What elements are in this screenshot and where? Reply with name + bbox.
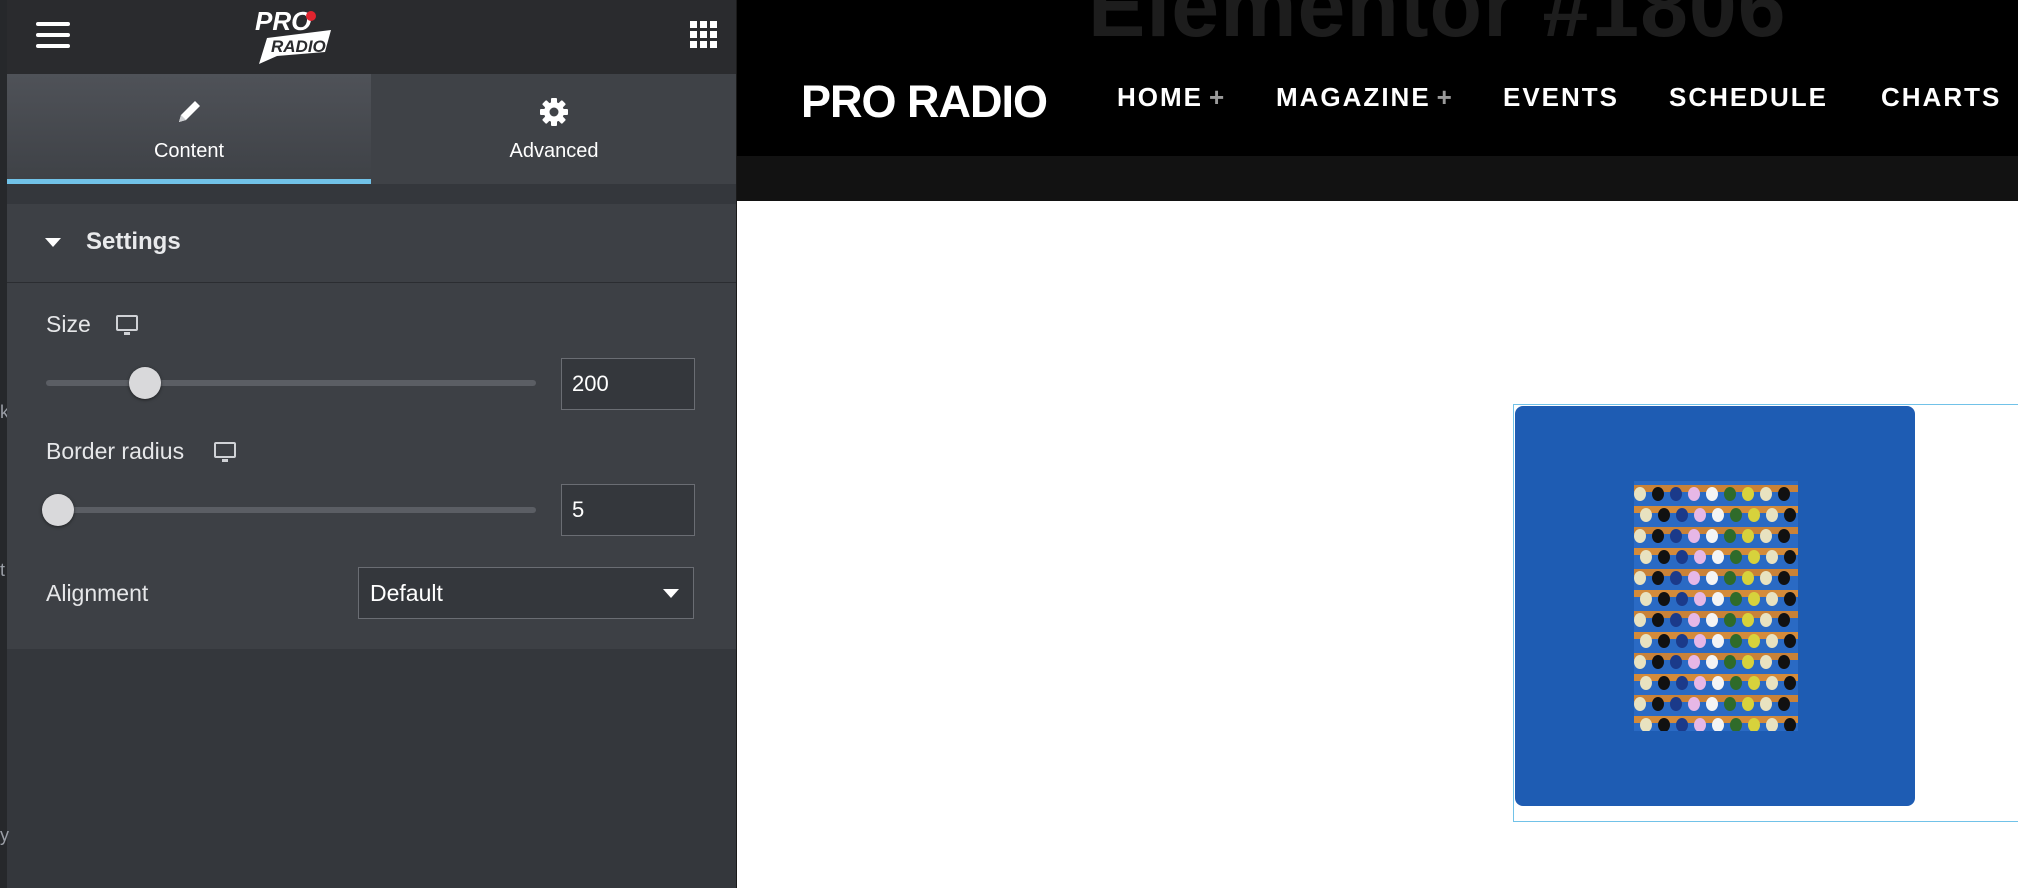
panel-topbar: PRO RADIO xyxy=(7,0,736,74)
nav-item-schedule[interactable]: SCHEDULE xyxy=(1669,82,1828,113)
nav-label: CHARTS xyxy=(1881,82,2002,112)
chevron-down-icon xyxy=(663,589,679,598)
edge-glyph: t xyxy=(0,560,6,580)
apps-grid-icon[interactable] xyxy=(690,21,718,49)
tab-advanced[interactable]: Advanced xyxy=(372,74,736,184)
size-label: Size xyxy=(46,311,91,337)
tab-content[interactable]: Content xyxy=(7,74,371,184)
settings-controls: Size Border radius Alignment Default xyxy=(7,283,736,649)
svg-text:RADIO: RADIO xyxy=(271,37,326,56)
alignment-select[interactable]: Default xyxy=(358,567,694,619)
widget-preview-box[interactable] xyxy=(1515,406,1915,806)
header-strip xyxy=(737,156,2018,201)
pencil-icon xyxy=(179,101,200,122)
page-title-ghost: Elementor #1806 xyxy=(1088,0,1787,55)
size-input[interactable] xyxy=(561,358,695,410)
responsive-desktop-icon[interactable] xyxy=(116,315,138,335)
nav-label: SCHEDULE xyxy=(1669,82,1829,112)
plus-icon: + xyxy=(1436,82,1454,112)
active-tab-indicator xyxy=(7,179,371,184)
panel-tabs: Content Advanced xyxy=(7,74,736,184)
pattern-image xyxy=(1634,481,1798,731)
nav-label: EVENTS xyxy=(1503,82,1620,112)
border-radius-label: Border radius xyxy=(46,438,185,464)
editor-panel: k t y PRO RADIO Content Advanced Setting… xyxy=(0,0,736,888)
svg-text:PRO: PRO xyxy=(255,6,311,36)
nav-item-home[interactable]: HOME + xyxy=(1117,82,1226,113)
plus-icon: + xyxy=(1209,82,1227,112)
menu-icon[interactable] xyxy=(36,22,70,48)
border-radius-input[interactable] xyxy=(561,484,695,536)
alignment-label: Alignment xyxy=(46,580,149,606)
alignment-select-value: Default xyxy=(370,580,443,606)
settings-section-header[interactable]: Settings xyxy=(7,204,736,283)
tab-label: Content xyxy=(153,140,225,162)
size-slider-track[interactable] xyxy=(46,380,536,386)
section-title: Settings xyxy=(86,228,181,255)
nav-item-magazine[interactable]: MAGAZINE + xyxy=(1276,82,1454,113)
size-slider-handle[interactable] xyxy=(129,367,162,399)
pro-radio-logo: PRO RADIO xyxy=(255,6,331,64)
tab-label: Advanced xyxy=(509,140,599,162)
panel-edge: k t y xyxy=(0,0,9,888)
nav-item-charts[interactable]: CHARTS xyxy=(1881,82,2001,113)
caret-down-icon xyxy=(45,238,61,247)
edge-glyph: y xyxy=(0,825,9,845)
responsive-desktop-icon[interactable] xyxy=(214,442,236,462)
border-radius-slider-track[interactable] xyxy=(46,507,536,513)
border-radius-slider-handle[interactable] xyxy=(42,494,74,526)
nav-label: MAGAZINE xyxy=(1276,82,1431,112)
site-brand[interactable]: PRO RADIO xyxy=(801,76,1048,128)
nav-item-events[interactable]: EVENTS xyxy=(1503,82,1619,113)
gear-icon xyxy=(540,98,568,126)
nav-label: HOME xyxy=(1117,82,1203,112)
